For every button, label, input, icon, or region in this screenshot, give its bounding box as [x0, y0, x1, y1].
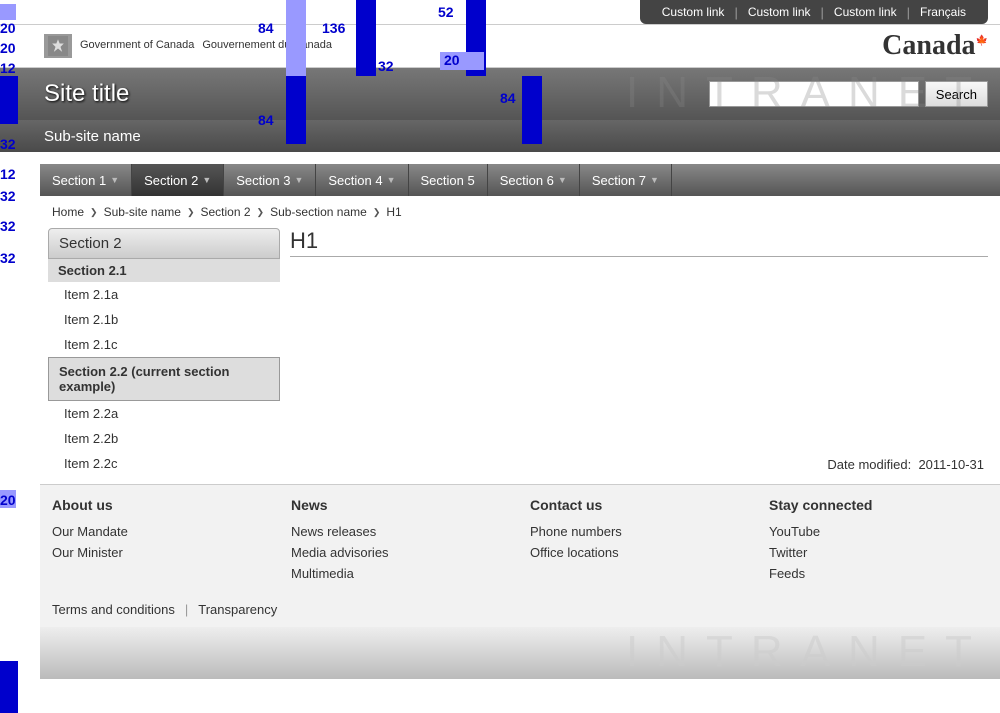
breadcrumb-link[interactable]: Section 2	[200, 205, 250, 219]
footer-heading: News	[291, 497, 510, 513]
government-header: Government of Canada Gouvernement du Can…	[0, 24, 1000, 68]
legal-link[interactable]: Transparency	[198, 602, 277, 617]
measure-label: 52	[0, 90, 16, 106]
top-link[interactable]: Custom link	[824, 5, 907, 19]
footer-link[interactable]: YouTube	[769, 521, 988, 542]
measure-label: 84	[258, 20, 274, 36]
top-link[interactable]: Custom link	[652, 5, 735, 19]
footer-link[interactable]: Feeds	[769, 563, 988, 584]
footer-legal: Terms and conditions|Transparency	[40, 592, 1000, 627]
top-utility-bar: Custom link|Custom link|Custom link|Fran…	[0, 0, 1000, 24]
measure-label: 32	[0, 136, 16, 152]
chevron-down-icon: ▼	[558, 175, 567, 185]
footer-link[interactable]: Media advisories	[291, 542, 510, 563]
measure-label: 20	[0, 40, 16, 56]
date-modified: Date modified: 2011-10-31	[290, 457, 988, 472]
measure-label: 52	[438, 4, 454, 20]
nav-item[interactable]: Section 7▼	[580, 164, 672, 196]
footer-link[interactable]: Office locations	[530, 542, 749, 563]
measure-label: 20	[444, 52, 460, 68]
chevron-right-icon: ❯	[373, 207, 381, 218]
footer-heading: Stay connected	[769, 497, 988, 513]
nav-item[interactable]: Section 6▼	[488, 164, 580, 196]
site-title: Site title	[44, 80, 129, 108]
nav-item[interactable]: Section 3▼	[224, 164, 316, 196]
measure-label: 32	[0, 218, 16, 234]
chevron-down-icon: ▼	[202, 175, 211, 185]
sidebar-item[interactable]: Item 2.1c	[48, 332, 280, 357]
nav-item[interactable]: Section 5	[409, 164, 488, 196]
primary-nav: Section 1▼Section 2▼Section 3▼Section 4▼…	[40, 164, 1000, 196]
chevron-right-icon: ❯	[257, 207, 265, 218]
chevron-down-icon: ▼	[650, 175, 659, 185]
footer-link[interactable]: Twitter	[769, 542, 988, 563]
gov-name-fr: Gouvernement du Canada	[202, 39, 332, 52]
footer-link[interactable]: News releases	[291, 521, 510, 542]
subsite-name: Sub-site name	[44, 128, 141, 145]
top-link[interactable]: Français	[910, 5, 976, 19]
measure-label: 84	[500, 90, 516, 106]
nav-item[interactable]: Section 1▼	[40, 164, 132, 196]
footer-link[interactable]: Phone numbers	[530, 521, 749, 542]
measure-label: 52	[0, 678, 16, 694]
nav-item[interactable]: Section 4▼	[316, 164, 408, 196]
main-content: H1 Date modified: 2011-10-31	[280, 228, 988, 476]
measure-label: 32	[0, 250, 16, 266]
site-footer: About us Our MandateOur Minister News News …	[40, 484, 1000, 592]
footer-link[interactable]: Our Mandate	[52, 521, 271, 542]
measure-label: 84	[258, 112, 274, 128]
breadcrumb-link[interactable]: H1	[386, 205, 401, 219]
measure-label: 136	[322, 20, 345, 36]
breadcrumb: Home ❯ Sub-site name ❯ Section 2 ❯ Sub-section…	[0, 196, 1000, 228]
measure-label: 32	[0, 188, 16, 204]
breadcrumb-link[interactable]: Sub-section name	[270, 205, 367, 219]
footer-link[interactable]: Our Minister	[52, 542, 271, 563]
sidebar-group-heading[interactable]: Section 2.2 (current section example)	[48, 357, 280, 401]
sidebar-group-heading[interactable]: Section 2.1	[48, 259, 280, 282]
nav-item[interactable]: Section 2▼	[132, 164, 224, 196]
measure-label: 12	[0, 60, 16, 76]
sidebar-item[interactable]: Item 2.1a	[48, 282, 280, 307]
subsite-bar: Sub-site name	[0, 120, 1000, 152]
top-link[interactable]: Custom link	[738, 5, 821, 19]
breadcrumb-link[interactable]: Sub-site name	[104, 205, 181, 219]
sidebar-item[interactable]: Item 2.2a	[48, 401, 280, 426]
sidebar-item[interactable]: Item 2.2b	[48, 426, 280, 451]
sidebar-item[interactable]: Item 2.1b	[48, 307, 280, 332]
chevron-down-icon: ▼	[387, 175, 396, 185]
chevron-down-icon: ▼	[294, 175, 303, 185]
chevron-right-icon: ❯	[187, 207, 195, 218]
chevron-right-icon: ❯	[90, 207, 98, 218]
canada-wordmark: Canada🍁	[882, 30, 988, 62]
legal-link[interactable]: Terms and conditions	[52, 602, 175, 617]
footer-link[interactable]: Multimedia	[291, 563, 510, 584]
breadcrumb-link[interactable]: Home	[52, 205, 84, 219]
search-button[interactable]: Search	[925, 81, 988, 107]
sidebar-title: Section 2	[48, 228, 280, 259]
measure-label: 32	[378, 58, 394, 74]
chevron-down-icon: ▼	[110, 175, 119, 185]
search-input[interactable]	[709, 81, 919, 107]
gov-name-en: Government of Canada	[80, 39, 194, 52]
measure-label: 12	[0, 166, 16, 182]
sidebar-nav: Section 2 Section 2.1Item 2.1aItem 2.1bI…	[48, 228, 280, 476]
search-form: Search	[709, 81, 988, 107]
sidebar-item[interactable]: Item 2.2c	[48, 451, 280, 476]
measure-label: 20	[0, 20, 16, 36]
measure-label: 20	[0, 492, 16, 508]
watermark-text: INTRANET	[626, 627, 990, 677]
footer-heading: Contact us	[530, 497, 749, 513]
footer-brand-bar: INTRANET	[40, 627, 1000, 679]
canada-flag-icon	[44, 34, 72, 58]
footer-heading: About us	[52, 497, 271, 513]
page-heading: H1	[290, 228, 988, 257]
